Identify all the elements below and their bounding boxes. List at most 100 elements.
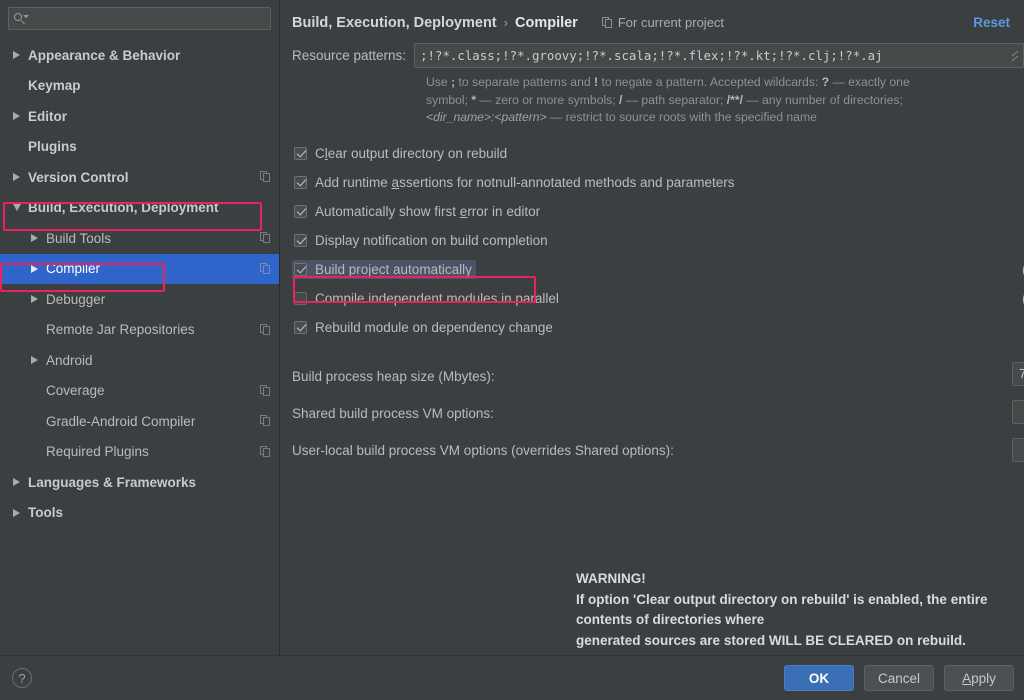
field-label: Build process heap size (Mbytes): [292,368,495,384]
input-user-local-build-process-vm-options-override[interactable] [1012,437,1024,462]
expand-toggle[interactable] [28,356,41,365]
checkbox-build-project-automatically[interactable]: Build project automatically [292,259,476,279]
expand-toggle[interactable] [10,478,23,487]
help-button[interactable]: ? [12,668,32,688]
input-shared-build-process-vm-options[interactable] [1012,399,1024,424]
sidebar-item-compiler[interactable]: Compiler [0,253,279,284]
dialog-body: Appearance & Behavior Keymap Editor Plugins… [0,0,1024,655]
breadcrumb-separator-icon: › [503,15,508,30]
search-input[interactable] [27,10,265,27]
sidebar-item-label: Remote Jar Repositories [46,322,195,338]
chevron-right-icon[interactable] [31,295,38,304]
dialog-footer: ? OK Cancel Apply [0,655,1024,700]
input-build-process-heap-size-mbytes[interactable]: 700 [1012,361,1024,386]
checkbox-rebuild-module-on-dependency-change[interactable]: Rebuild module on dependency change [292,318,557,337]
sidebar-item-build-tools[interactable]: Build Tools [0,223,279,254]
expand-toggle[interactable] [28,264,41,273]
field-row: User-local build process VM options (ove… [292,432,1024,469]
copy-icon [260,415,271,427]
expand-field-icon[interactable] [1009,50,1021,62]
breadcrumb-parent[interactable]: Build, Execution, Deployment [292,15,497,31]
sidebar-item-label: Build Tools [46,230,112,246]
warning-line-2: generated sources are stored WILL BE CLE… [576,632,966,648]
chevron-right-icon[interactable] [13,112,20,121]
for-current-project-indicator: For current project [601,15,725,30]
breadcrumb-current: Compiler [514,14,578,31]
sidebar-item-debugger[interactable]: Debugger [0,284,279,315]
chevron-right-icon[interactable] [31,234,38,243]
sidebar-item-remote-jar-repositories[interactable]: Remote Jar Repositories [0,315,279,346]
expand-toggle[interactable] [28,234,41,243]
cancel-button[interactable]: Cancel [864,665,934,691]
build-process-fields: Build process heap size (Mbytes): 700 Shar… [280,358,1024,469]
settings-dialog: Appearance & Behavior Keymap Editor Plugins… [0,0,1024,700]
chevron-right-icon[interactable] [13,51,20,60]
expand-toggle[interactable] [10,508,23,517]
settings-tree: Appearance & Behavior Keymap Editor Plugins… [0,36,279,528]
checkbox-checked-icon[interactable] [294,233,307,247]
settings-sidebar: Appearance & Behavior Keymap Editor Plugins… [0,0,280,655]
copy-icon [601,16,613,29]
for-current-project-label: For current project [617,15,725,30]
reset-link[interactable]: Reset [973,15,1010,30]
checkbox-add-runtime-assertions-for-notnull-annotated-met[interactable]: Add runtime assertions for notnull-annot… [292,173,739,192]
expand-toggle[interactable] [28,295,41,304]
chevron-right-icon[interactable] [31,264,38,273]
checkbox-automatically-show-first-error-in-editor[interactable]: Automatically show first error in editor [292,202,544,221]
sidebar-item-required-plugins[interactable]: Required Plugins [0,437,279,468]
sidebar-item-build-execution-deployment[interactable]: Build, Execution, Deployment [0,193,279,224]
option-row: Add runtime assertions for notnull-annot… [280,168,1024,197]
sidebar-item-label: Coverage [46,383,105,399]
checkbox-label: Display notification on build completion [315,232,548,248]
option-row: Build project automatically(only works w… [280,255,1024,284]
chevron-down-icon[interactable] [12,204,21,212]
chevron-right-icon[interactable] [13,478,20,487]
expand-toggle[interactable] [10,112,23,121]
expand-toggle[interactable] [10,51,23,60]
collapse-toggle[interactable] [10,204,23,212]
warning-line-1: If option 'Clear output directory on reb… [576,591,988,628]
checkbox-label: Clear output directory on rebuild [315,145,508,161]
sidebar-item-label: Keymap [28,78,81,94]
checkbox-checked-icon[interactable] [294,320,307,334]
sidebar-item-keymap[interactable]: Keymap [0,71,279,102]
checkbox-label: Compile independent modules in parallel [315,290,559,306]
sidebar-item-version-control[interactable]: Version Control [0,162,279,193]
resource-patterns-field[interactable]: ;!?*.class;!?*.groovy;!?*.scala;!?*.flex… [414,43,1024,68]
sidebar-item-label: Android [46,352,93,368]
sidebar-item-languages-frameworks[interactable]: Languages & Frameworks [0,467,279,498]
sidebar-item-plugins[interactable]: Plugins [0,132,279,163]
checkbox-unchecked-icon[interactable] [294,291,307,305]
apply-button[interactable]: Apply [944,665,1014,691]
option-row: Display notification on build completion [280,226,1024,255]
chevron-right-icon[interactable] [13,508,20,517]
sidebar-item-editor[interactable]: Editor [0,101,279,132]
checkbox-display-notification-on-build-completion[interactable]: Display notification on build completion [292,231,552,250]
warning-text: WARNING! If option 'Clear output directo… [576,569,1024,651]
chevron-right-icon[interactable] [31,356,38,365]
checkbox-checked-icon[interactable] [294,262,307,276]
sidebar-item-gradle-android-compiler[interactable]: Gradle-Android Compiler [0,406,279,437]
chevron-right-icon[interactable] [13,173,20,182]
sidebar-item-appearance-behavior[interactable]: Appearance & Behavior [0,40,279,71]
checkbox-label: Automatically show first error in editor [315,203,541,219]
option-row: Automatically show first error in editor [280,197,1024,226]
expand-toggle[interactable] [10,173,23,182]
sidebar-item-tools[interactable]: Tools [0,498,279,529]
copy-icon [260,171,271,183]
ok-button[interactable]: OK [784,665,854,691]
sidebar-item-label: Editor [28,108,67,124]
checkbox-compile-independent-modules-in-parallel[interactable]: Compile independent modules in parallel [292,289,563,308]
checkbox-clear-output-directory-on-rebuild[interactable]: Clear output directory on rebuild [292,144,511,163]
option-row: Clear output directory on rebuild [280,139,1024,168]
checkbox-checked-icon[interactable] [294,146,307,160]
sidebar-item-coverage[interactable]: Coverage [0,376,279,407]
search-icon [14,12,29,25]
sidebar-item-label: Build, Execution, Deployment [28,200,219,216]
sidebar-item-android[interactable]: Android [0,345,279,376]
search-box[interactable] [8,7,271,30]
checkbox-checked-icon[interactable] [294,204,307,218]
checkbox-checked-icon[interactable] [294,175,307,189]
sidebar-item-label: Tools [28,505,63,521]
resource-patterns-value: ;!?*.class;!?*.groovy;!?*.scala;!?*.flex… [420,48,883,63]
